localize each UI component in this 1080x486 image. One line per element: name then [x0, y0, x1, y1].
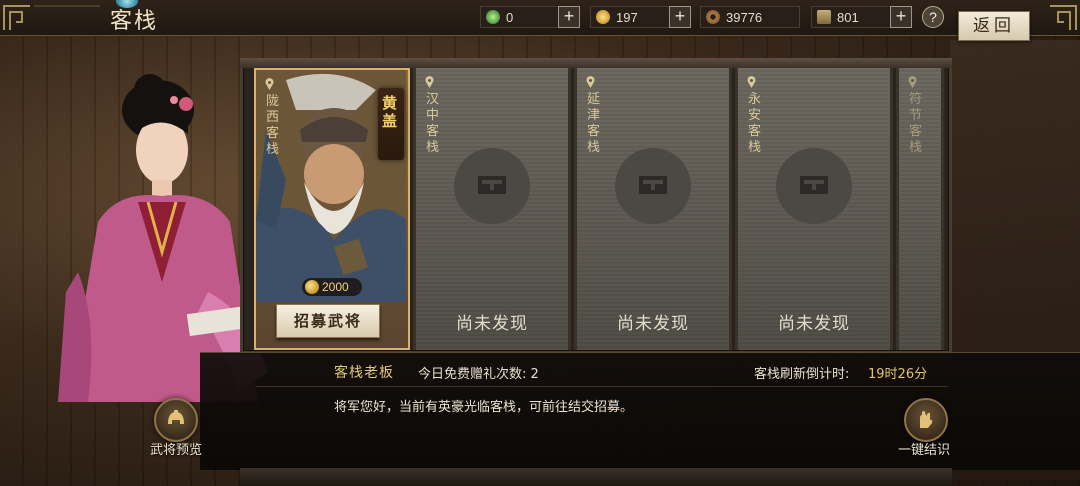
corner-ornament-icon: [3, 5, 100, 30]
refresh-countdown-value: 19时26分: [868, 367, 928, 382]
inn-card-longxi[interactable]: 陇西客栈 黄盖 2000 招募武将: [254, 68, 410, 350]
jade-icon: [486, 10, 500, 24]
locked-inn-icon: [454, 148, 530, 224]
back-button[interactable]: 返回: [958, 11, 1030, 41]
undiscovered-label: 尚未发现: [778, 314, 850, 334]
refresh-countdown-label: 客栈刷新倒计时:: [754, 367, 850, 382]
gold-coin-icon: [305, 280, 319, 294]
resource-jade-value: 0: [506, 9, 514, 25]
location-pin-icon: [265, 78, 274, 90]
inn-name: 延津客栈: [587, 92, 601, 155]
inn-name: 汉中客栈: [426, 92, 440, 155]
befriend-all-button[interactable]: [904, 398, 948, 442]
undiscovered-label: 尚未发现: [617, 314, 689, 334]
innkeeper-message: 将军您好，当前有英豪光临客栈，可前往结交招募。: [334, 400, 634, 415]
inn-card-hanzhong[interactable]: 汉中客栈 尚未发现: [413, 68, 571, 350]
location-pin-icon: [425, 76, 434, 88]
page-title: 客栈: [110, 9, 159, 34]
top-bar: 客栈 0 + 197 + 39776 801 + ?: [0, 0, 1080, 36]
general-preview-button[interactable]: [154, 398, 198, 442]
token-icon: [817, 10, 831, 24]
inn-frame-top: [240, 58, 952, 68]
general-name: 黄盖: [382, 94, 398, 130]
hand-icon: [920, 411, 933, 428]
inn-name: 符节客栈: [909, 92, 923, 155]
locked-inn-icon: [615, 148, 691, 224]
general-preview-label: 武将预览: [150, 443, 203, 458]
resource-tokens: 801: [811, 6, 893, 28]
recruit-general-button[interactable]: 招募武将: [276, 304, 380, 338]
speaker-name: 客栈老板: [334, 365, 394, 381]
recruit-price: 2000: [302, 278, 362, 296]
resource-copper-value: 39776: [726, 9, 763, 25]
gold-icon: [596, 10, 610, 24]
copper-coin-icon: [706, 10, 720, 24]
add-gold-button[interactable]: +: [669, 6, 691, 28]
resource-gold-value: 197: [616, 9, 638, 25]
inn-name: 陇西客栈: [266, 94, 280, 157]
recruit-price-value: 2000: [322, 280, 349, 294]
free-gift-count: 今日免费赠礼次数: 2: [418, 367, 539, 382]
resource-jade: 0: [480, 6, 560, 28]
location-pin-icon: [908, 76, 917, 88]
location-pin-icon: [586, 76, 595, 88]
inn-name: 永安客栈: [748, 92, 762, 155]
inn-card-fujie[interactable]: 符节客栈: [896, 68, 944, 350]
locked-inn-icon: [776, 148, 852, 224]
inn-card-yanjin[interactable]: 延津客栈 尚未发现: [574, 68, 732, 350]
add-tokens-button[interactable]: +: [890, 6, 912, 28]
help-button[interactable]: ?: [922, 6, 944, 28]
helmet-icon: [168, 410, 184, 424]
undiscovered-label: 尚未发现: [456, 314, 528, 334]
inn-card-yongan[interactable]: 永安客栈 尚未发现: [735, 68, 893, 350]
bottom-rail: [240, 468, 952, 486]
resource-copper: 39776: [700, 6, 800, 28]
location-pin-icon: [747, 76, 756, 88]
resource-tokens-value: 801: [837, 9, 859, 25]
befriend-all-label: 一键结识: [898, 443, 951, 458]
add-jade-button[interactable]: +: [558, 6, 580, 28]
resource-gold: 197: [590, 6, 670, 28]
